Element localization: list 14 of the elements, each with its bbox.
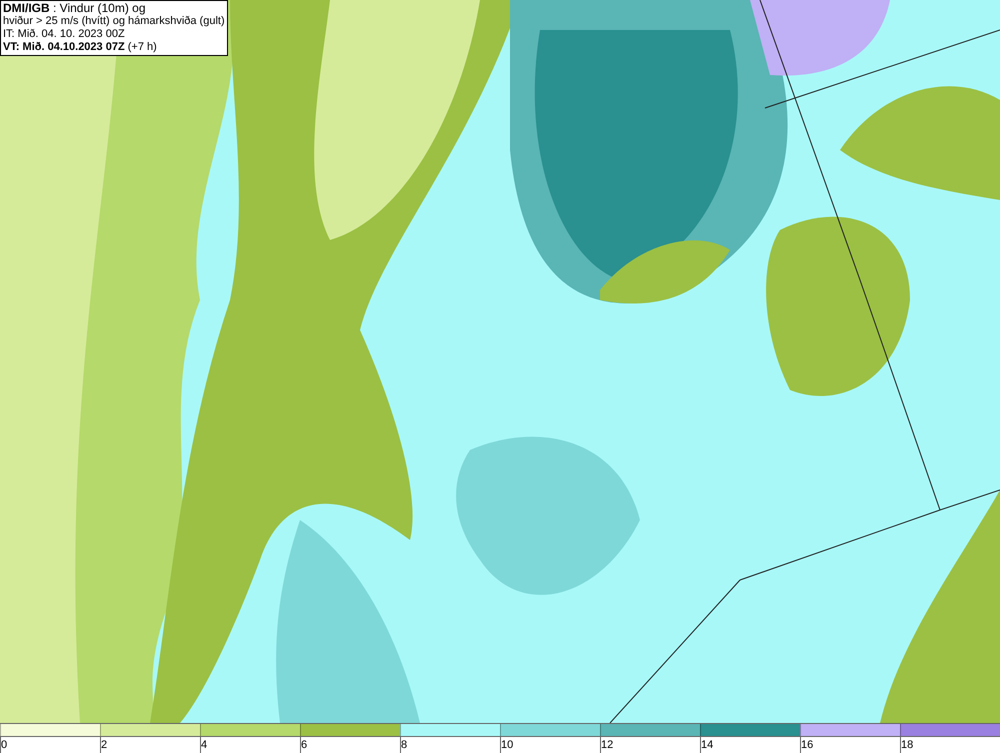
legend-label: 0 [1, 739, 8, 751]
valid-time: VT: Mið. 04.10.2023 07Z (+7 h) [3, 41, 158, 54]
legend-label: 8 [401, 739, 408, 751]
legend-label: 6 [301, 739, 308, 751]
legend-label: 10 [501, 739, 514, 751]
legend-label: 2 [101, 739, 108, 751]
legend-label: 12 [601, 739, 614, 751]
header-title: DMI/IGB : Vindur (10m) og [3, 2, 146, 15]
header-subtitle: hviður > 25 m/s (hvítt) og hámarkshviða (gult) [3, 15, 225, 28]
legend-label: 16 [801, 739, 814, 751]
legend-label: 18 [901, 739, 914, 751]
legend-label: 4 [201, 739, 208, 751]
issue-time: IT: Mið. 04. 10. 2023 00Z [3, 28, 126, 41]
legend-label: 14 [701, 739, 714, 751]
